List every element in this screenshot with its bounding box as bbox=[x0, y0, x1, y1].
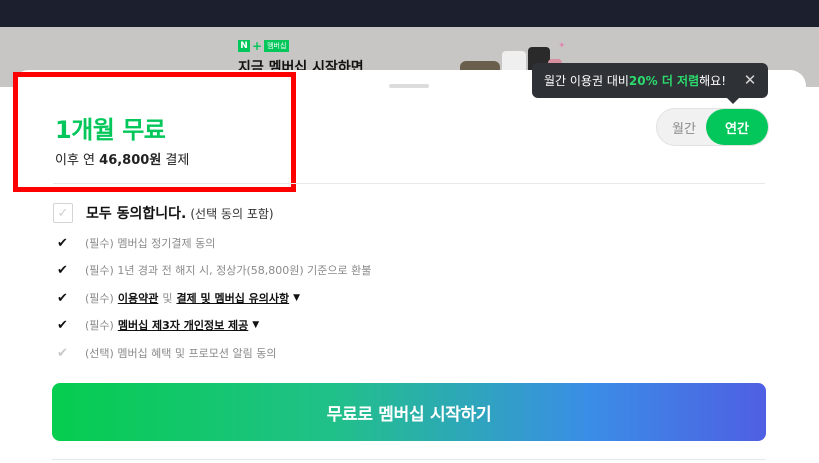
start-membership-button[interactable]: 무료로 멤버십 시작하기 bbox=[52, 383, 766, 441]
toggle-yearly[interactable]: 연간 bbox=[706, 109, 768, 145]
chevron-down-icon[interactable]: ▼ bbox=[252, 320, 259, 330]
plan-price: 46,800원 bbox=[99, 153, 162, 168]
sparkle-icon: ✦ bbox=[558, 41, 566, 51]
top-bar bbox=[0, 0, 819, 27]
term-text: (필수) 1년 경과 전 해지 시, 정상가(58,800원) 기준으로 환불 bbox=[85, 264, 372, 277]
tooltip-prefix: 월간 이용권 대비 bbox=[544, 74, 629, 88]
term-item[interactable]: ✔ (선택) 멤버십 혜택 및 프로모션 알림 동의 bbox=[57, 343, 276, 363]
term-item[interactable]: ✔ (필수) 1년 경과 전 해지 시, 정상가(58,800원) 기준으로 환… bbox=[57, 260, 371, 280]
toggle-monthly[interactable]: 월간 bbox=[657, 109, 711, 145]
plan-sub-suffix: 결제 bbox=[161, 153, 190, 168]
plan-sub-prefix: 이후 연 bbox=[55, 153, 100, 168]
term-prefix: (필수) bbox=[85, 319, 114, 332]
discount-tooltip: 월간 이용권 대비 20% 더 저렴 해요! ✕ bbox=[532, 63, 768, 104]
agree-all-label: 모두 동의합니다. bbox=[86, 206, 187, 222]
check-icon[interactable]: ✔ bbox=[57, 291, 71, 306]
naver-plus-logo: N + 멤버십 bbox=[238, 39, 290, 53]
logo-n: N bbox=[238, 40, 250, 52]
tooltip-suffix: 해요! bbox=[699, 74, 727, 88]
chevron-down-icon[interactable]: ▼ bbox=[293, 293, 300, 303]
check-icon[interactable]: ✔ bbox=[57, 318, 71, 333]
agree-all-note: (선택 동의 포함) bbox=[190, 206, 274, 221]
third-party-info-link[interactable]: 멤버십 제3자 개인정보 제공 bbox=[118, 317, 248, 333]
divider bbox=[53, 183, 765, 184]
term-text: (선택) 멤버십 혜택 및 프로모션 알림 동의 bbox=[85, 347, 277, 360]
logo-plus: + bbox=[252, 39, 263, 53]
check-icon[interactable]: ✔ bbox=[57, 236, 71, 251]
tooltip-highlight: 20% 더 저렴 bbox=[628, 74, 700, 88]
term-text: (필수) 멤버십 정기결제 동의 bbox=[85, 237, 216, 250]
divider bbox=[52, 459, 766, 460]
check-icon: ✓ bbox=[57, 205, 69, 221]
term-item[interactable]: ✔ (필수) 멤버십 정기결제 동의 bbox=[57, 233, 215, 253]
term-item[interactable]: ✔ (필수) 이용약관 및 결제 및 멤버십 유의사항 ▼ bbox=[57, 288, 300, 308]
drag-handle[interactable] bbox=[389, 84, 429, 88]
term-mid: 및 bbox=[162, 292, 173, 305]
term-prefix: (필수) bbox=[85, 292, 114, 305]
logo-text: 멤버십 bbox=[264, 40, 290, 52]
plan-title: 1개월 무료 bbox=[55, 116, 166, 144]
term-item[interactable]: ✔ (필수) 멤버십 제3자 개인정보 제공 ▼ bbox=[57, 315, 259, 335]
close-icon[interactable]: ✕ bbox=[740, 70, 760, 90]
agree-all-checkbox[interactable]: ✓ bbox=[53, 203, 73, 223]
payment-notice-link[interactable]: 결제 및 멤버십 유의사항 bbox=[176, 290, 289, 306]
membership-bottom-sheet: 1개월 무료 이후 연 46,800원 결제 월간 이용권 대비 20% 더 저… bbox=[13, 63, 806, 463]
check-icon[interactable]: ✔ bbox=[57, 263, 71, 278]
check-icon[interactable]: ✔ bbox=[57, 346, 71, 361]
agree-all-row[interactable]: ✓ 모두 동의합니다. (선택 동의 포함) bbox=[53, 203, 274, 223]
billing-period-toggle: 월간 연간 bbox=[656, 108, 769, 146]
terms-of-use-link[interactable]: 이용약관 bbox=[118, 290, 158, 306]
plan-subtitle: 이후 연 46,800원 결제 bbox=[55, 149, 189, 168]
tooltip-arrow bbox=[727, 98, 739, 104]
